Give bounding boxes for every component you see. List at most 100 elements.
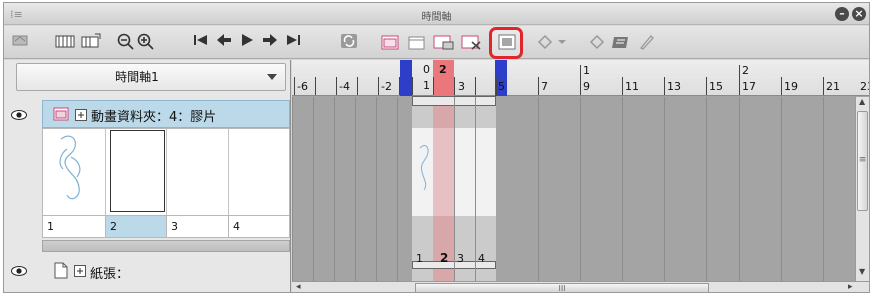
cel-thumbnails: [42, 128, 290, 216]
frame-column-line: [664, 97, 665, 284]
ruler-label: 17: [742, 80, 756, 93]
ruler-label-current: 2: [439, 63, 447, 76]
layer-sync-icon[interactable]: [12, 33, 30, 53]
keyframe-icon[interactable]: [536, 33, 570, 53]
cel-thumbnail[interactable]: [167, 129, 229, 215]
expand-icon[interactable]: [74, 265, 86, 277]
layer-name: 動畫資料夾：4：膠片: [91, 110, 217, 125]
timeline-window: ⁞≡ 時間軸 – × 時間軸1 動畫資料夾：4：膠片 1 2 3 4 紙張： -…: [3, 2, 870, 293]
frame-area: -6 -4 -2 0 2 1 3 5 7 9 11 13 15 17 19 21…: [292, 60, 869, 292]
frame-column-line: [739, 97, 740, 284]
eye-icon[interactable]: [11, 110, 27, 120]
ruler-label: -2: [381, 80, 392, 93]
eye-icon[interactable]: [11, 266, 27, 276]
cel-number[interactable]: 3: [167, 216, 229, 237]
expand-icon[interactable]: [75, 109, 87, 121]
title-bar[interactable]: ⁞≡ 時間軸 – ×: [4, 3, 869, 25]
ruler-label: 7: [541, 80, 548, 93]
ruler-label: 21: [826, 80, 840, 93]
loop-playback-icon[interactable]: [340, 33, 358, 53]
scroll-left-icon[interactable]: ◂: [296, 282, 301, 292]
pen-icon[interactable]: [637, 33, 655, 53]
chevron-down-icon[interactable]: [267, 74, 277, 80]
frame-column-line: [475, 97, 476, 284]
ruler-label: 15: [709, 80, 723, 93]
start-marker[interactable]: [400, 60, 412, 96]
toolbar: [4, 26, 869, 59]
frame-column-line: [706, 97, 707, 284]
previous-frame-icon[interactable]: [215, 33, 233, 53]
cel-number[interactable]: 1: [43, 216, 106, 237]
ruler-label: 23: [860, 80, 869, 93]
new-animation-folder-icon[interactable]: [380, 33, 402, 53]
frame-ruler[interactable]: -6 -4 -2 0 2 1 3 5 7 9 11 13 15 17 19 21…: [292, 60, 869, 96]
frame-column-line: [622, 97, 623, 284]
frame-column-line: [454, 97, 455, 284]
frame-column-line: [292, 97, 293, 284]
frame-column-line: [538, 97, 539, 284]
zoom-out-icon[interactable]: [117, 33, 135, 53]
window-title: 時間軸: [421, 12, 452, 23]
cel-number[interactable]: 2: [106, 216, 167, 237]
scroll-thumb[interactable]: ≡: [857, 111, 868, 211]
ruler-label: 0: [423, 63, 430, 76]
timeline-select-value: 時間軸1: [115, 70, 159, 84]
sketch-thumbnail: [59, 135, 81, 200]
frame-column-line: [823, 97, 824, 284]
go-to-end-icon[interactable]: [284, 33, 302, 53]
cel-scrollbar[interactable]: [42, 240, 290, 252]
minimize-icon[interactable]: –: [835, 7, 849, 21]
frame-thumbnail: [414, 128, 432, 216]
clear-cel-icon[interactable]: [460, 33, 484, 53]
current-frame-highlight: [433, 128, 454, 216]
layer-panel: 時間軸1 動畫資料夾：4：膠片 1 2 3 4 紙張：: [4, 60, 291, 292]
layer-name: 紙張：: [90, 267, 130, 282]
new-animation-cel-icon[interactable]: [406, 33, 428, 53]
specify-cels-icon[interactable]: [432, 33, 456, 53]
ruler-label: 1: [583, 64, 590, 77]
animation-folder-icon: [53, 107, 69, 121]
cel-numbers: 1 2 3 4: [42, 216, 290, 238]
frame-cel-label[interactable]: 3: [457, 253, 464, 265]
ruler-label: 3: [458, 80, 465, 93]
ruler-label: 19: [784, 80, 798, 93]
scroll-right-icon[interactable]: ▸: [848, 282, 853, 292]
frame-vertical-scrollbar[interactable]: ▲ ≡ ▼: [855, 97, 869, 281]
ruler-label: 11: [625, 80, 639, 93]
play-icon[interactable]: [238, 33, 256, 53]
cel-thumbnail[interactable]: [229, 129, 290, 215]
frame-cel-label[interactable]: 2: [440, 252, 448, 264]
frame-column-line: [334, 97, 335, 284]
cel-thumbnail[interactable]: [43, 129, 106, 215]
new-timeline-icon[interactable]: [54, 33, 76, 53]
ruler-label: 9: [583, 80, 590, 93]
cel-thumbnail[interactable]: [106, 129, 167, 215]
ruler-label: 5: [498, 80, 505, 93]
ruler-label: -4: [339, 80, 350, 93]
paper-icon: [54, 262, 68, 279]
frame-column-line: [355, 97, 356, 284]
timeline-select[interactable]: 時間軸1: [16, 63, 286, 91]
ruler-label: -6: [297, 80, 308, 93]
go-to-start-icon[interactable]: [192, 33, 210, 53]
layer-row-paper[interactable]: 紙張：: [42, 256, 290, 286]
layer-row-animation-folder[interactable]: 動畫資料夾：4：膠片: [42, 100, 290, 128]
keyframe-interpolation-icon[interactable]: [611, 33, 631, 53]
scroll-thumb[interactable]: III: [415, 283, 709, 292]
frame-column-line: [376, 97, 377, 284]
edit-timeline-icon[interactable]: [80, 33, 102, 53]
ruler-label: 13: [667, 80, 681, 93]
close-icon[interactable]: ×: [852, 7, 866, 21]
frame-cel-label[interactable]: 1: [416, 253, 423, 265]
ruler-label: 2: [742, 64, 749, 77]
scroll-down-icon[interactable]: ▼: [859, 267, 865, 276]
cel-number[interactable]: 4: [229, 216, 290, 237]
keyframe-diamond-icon[interactable]: [588, 33, 606, 53]
frame-column-line: [781, 97, 782, 284]
frame-horizontal-scrollbar[interactable]: ◂ III ▸: [292, 281, 869, 292]
frame-cel-label[interactable]: 4: [478, 253, 485, 265]
next-frame-icon[interactable]: [261, 33, 279, 53]
zoom-in-icon[interactable]: [137, 33, 155, 53]
scroll-up-icon[interactable]: ▲: [859, 97, 865, 106]
frame-column-line: [397, 97, 398, 284]
